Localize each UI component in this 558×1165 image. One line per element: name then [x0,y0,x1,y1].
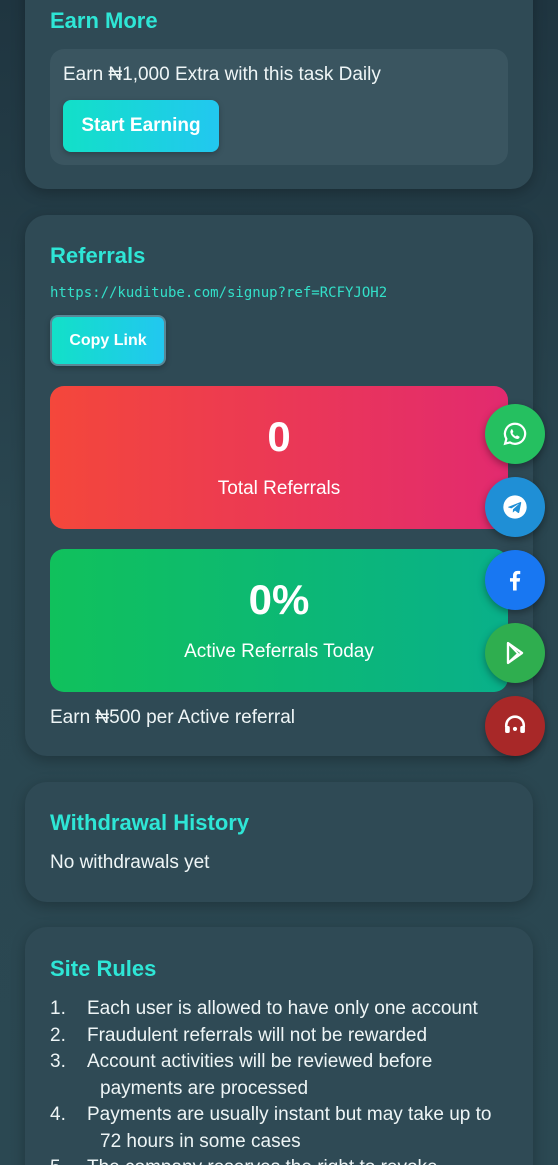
rules-list: 1. Each user is allowed to have only one … [50,996,510,1165]
total-referrals-value: 0 [267,412,291,460]
start-earning-button[interactable]: Start Earning [63,100,219,152]
copy-link-button[interactable]: Copy Link [50,315,166,366]
withdrawal-empty-text: No withdrawals yet [50,852,210,873]
rule-item: 4. Payments are usually instant but may t… [50,1102,510,1155]
rule-text: Each user is allowed to have only one ac… [87,998,478,1019]
earn-per-referral-text: Earn ₦500 per Active referral [50,707,296,728]
telegram-icon [503,495,527,519]
rule-text: Account activities will be reviewed befo… [87,1051,433,1099]
earn-more-title: Earn More [50,8,158,33]
earn-task-box: Earn ₦1,000 Extra with this task Daily S… [50,49,508,165]
rule-number: 4. [50,1104,66,1125]
site-rules-card: Site Rules 1. Each user is allowed to hav… [25,927,533,1165]
total-referrals-label: Total Referrals [217,477,341,499]
rule-number: 1. [50,998,66,1019]
rule-text: Payments are usually instant but may tak… [87,1104,492,1152]
active-referrals-card: 0% Active Referrals Today [50,549,508,692]
earn-task-text: Earn ₦1,000 Extra with this task Daily [63,64,381,85]
rule-number: 3. [50,1051,66,1072]
rule-text: The company reserves the right to revoke [75,1155,438,1165]
referrals-card: Referrals https://kuditube.com/signup?re… [25,215,533,756]
earn-more-card: Earn More Earn ₦1,000 Extra with this ta… [25,0,533,189]
referrals-title: Referrals [50,243,146,268]
withdrawal-history-card: Withdrawal History No withdrawals yet [25,782,533,902]
facebook-icon [509,570,521,591]
rule-item: 1. Each user is allowed to have only one … [50,996,510,1023]
headset-icon [504,715,526,733]
rule-text: Fraudulent referrals will not be rewarde… [87,1024,428,1046]
active-referrals-value: 0% [248,575,310,623]
withdrawal-history-title: Withdrawal History [50,810,250,835]
facebook-button[interactable] [485,550,545,610]
play-store-button[interactable] [485,623,545,683]
telegram-button[interactable] [485,477,545,537]
rule-number: 5. [50,1155,66,1165]
support-button[interactable] [485,696,545,756]
active-referrals-label: Active Referrals Today [184,640,374,662]
rule-number: 2. [50,1024,66,1046]
rule-item: 3. Account activities will be reviewed be… [50,1049,510,1102]
play-store-icon [506,641,524,665]
referral-link: https://kuditube.com/signup?ref=RCFYJOH2 [50,285,388,301]
rule-item: 2. Fraudulent referrals will not be rewar… [50,1023,510,1050]
total-referrals-card: 0 Total Referrals [50,386,508,529]
site-rules-title: Site Rules [50,956,157,981]
rule-item: 5. The company reserves the right to revo… [50,1155,510,1165]
whatsapp-icon [503,422,527,446]
whatsapp-button[interactable] [485,404,545,464]
